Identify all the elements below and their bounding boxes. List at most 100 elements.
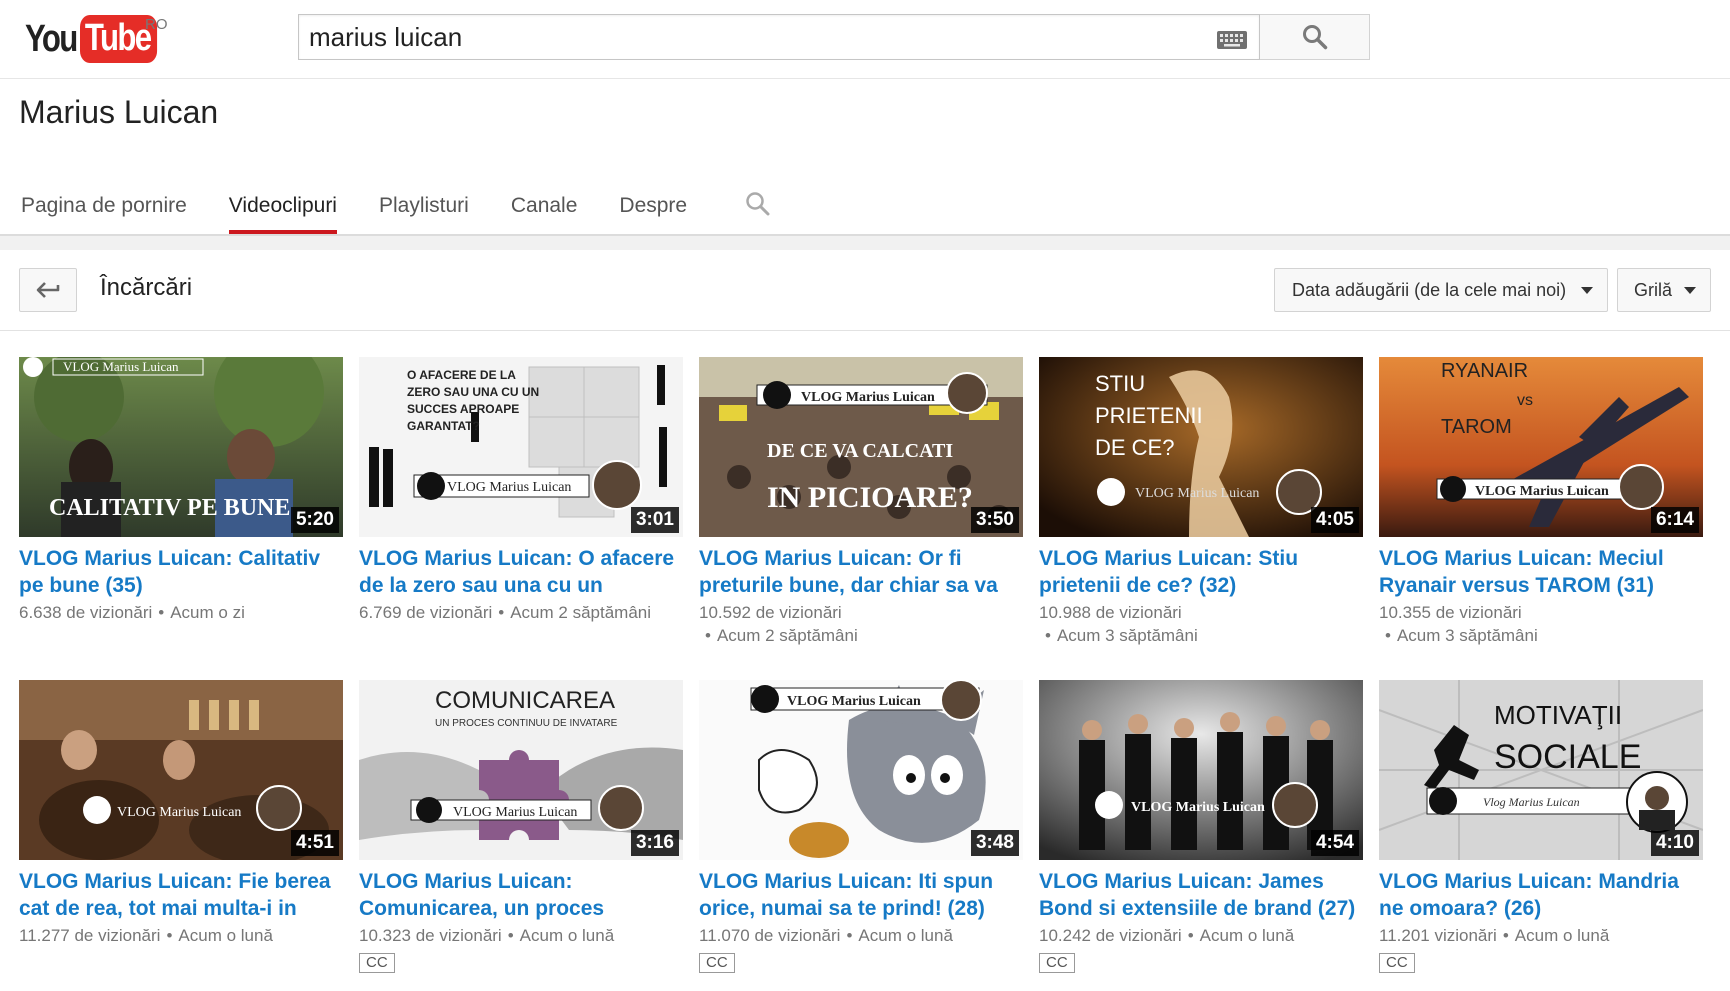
video-thumbnail[interactable]: VLOG Marius Luican 3:48 [699,680,1023,860]
video-title-link[interactable]: VLOG Marius Luican: O afacere de la zero… [359,545,679,599]
video-title-link[interactable]: VLOG Marius Luican: Mandria ne omoara? (… [1379,868,1699,922]
channel-title: Marius Luican [19,94,219,130]
thumb-vlog-label: VLOG Marius Luican [1135,486,1259,501]
view-label: Grilă [1634,279,1673,300]
video-title-link[interactable]: VLOG Marius Luican: Fie berea cat de rea… [19,868,339,922]
view-count: 10.988 de vizionări [1039,603,1182,622]
view-dropdown[interactable]: Grilă [1617,268,1711,312]
view-count: 10.592 de vizionări [699,603,842,622]
channel-tabs: Pagina de pornire Videoclipuri Playlistu… [0,180,708,234]
upload-age: Acum 2 săptămâni [716,626,858,645]
header-divider [0,234,1730,250]
thumb-text: MOTIVAŢII SOCIALE [1494,700,1641,776]
video-thumbnail[interactable]: O AFACERE DE LA ZERO SAU UNA CU UN SUCCES … [359,357,683,537]
video-title-link[interactable]: VLOG Marius Luican: Stiu prietenii de ce… [1039,545,1359,599]
video-meta: 11.277 de vizionări • Acum o lună [19,926,273,945]
tab-about[interactable]: Despre [598,180,708,234]
thumb-vlog-label: VLOG Marius Luican [63,359,179,374]
search-input[interactable] [309,15,1189,59]
video-thumbnail[interactable]: VLOG Marius Luican 4:54 [1039,680,1363,860]
duration-badge: 5:20 [290,507,339,533]
video-thumbnail[interactable]: RYANAIR vs TAROM VLOG Marius Luican 6:14 [1379,357,1703,537]
channel-search-icon[interactable] [744,190,772,218]
video-card: RYANAIR vs TAROM VLOG Marius Luican 6:14 V… [1379,357,1703,647]
duration-badge: 4:05 [1310,507,1359,533]
chevron-down-icon [1684,287,1696,294]
view-count: 11.277 de vizionări [19,926,161,945]
tab-label: Canale [510,194,578,217]
thumb-subtext: UN PROCES CONTINUU DE INVATARE [435,718,618,729]
video-title-link[interactable]: VLOG Marius Luican: Or fi preturile bune… [699,545,1019,599]
thumb-vlog-label: VLOG Marius Luican [787,694,921,709]
sort-label: Data adăugării (de la cele mai noi) [1292,279,1567,300]
sort-dropdown[interactable]: Data adăugării (de la cele mai noi) [1274,268,1608,312]
cc-badge: CC [1379,953,1415,973]
duration-badge: 3:16 [630,830,679,856]
thumb-vlog-label: VLOG Marius Luican [447,480,571,495]
tab-videos[interactable]: Videoclipuri [208,180,358,234]
uploads-title: Încărcări [100,274,193,301]
upload-age: Acum o lună [1199,926,1295,945]
divider [0,330,1730,331]
video-card: O AFACERE DE LA ZERO SAU UNA CU UN SUCCES … [359,357,683,624]
video-thumbnail[interactable]: MOTIVAŢII SOCIALE Vlog Marius Luican 4:10 [1379,680,1703,860]
cc-badge: CC [359,953,395,973]
logo-you-text: You [25,18,78,60]
view-count: 6.638 de vizionări [19,603,153,622]
masthead: You Tube RO [0,0,1730,79]
upload-age: Acum 2 săptămâni [510,603,652,622]
duration-badge: 4:10 [1650,830,1699,856]
thumb-vlog-label: VLOG Marius Luican [1131,800,1265,815]
thumb-vlog-label: Vlog Marius Luican [1483,795,1580,809]
video-title-link[interactable]: VLOG Marius Luican: Comunicarea, un proc… [359,868,679,922]
video-thumbnail[interactable]: VLOG Marius Luican 4:51 [19,680,343,860]
video-card: VLOG Marius Luican 4:51 VLOG Marius Luic… [19,680,343,947]
video-card: MOTIVAŢII SOCIALE Vlog Marius Luican 4:10… [1379,680,1703,973]
search-box[interactable] [298,14,1260,60]
upload-age: Acum o lună [519,926,615,945]
upload-age: Acum o lună [178,926,273,945]
tab-channels[interactable]: Canale [490,180,599,234]
back-arrow-icon [36,282,60,298]
tab-home[interactable]: Pagina de pornire [0,180,208,234]
video-thumbnail[interactable]: VLOG Marius Luican DE CE VA CALCATI IN PI… [699,357,1023,537]
view-count: 11.201 vizionări [1379,926,1497,945]
cc-badge: CC [1039,953,1075,973]
video-card: VLOG Marius Luican 4:54 VLOG Marius Luic… [1039,680,1363,973]
video-card: STIU PRIETENII DE CE? VLOG Marius Luican 4… [1039,357,1363,647]
tab-playlists[interactable]: Playlisturi [358,180,490,234]
video-meta: 10.988 de vizionări • Acum 3 săptămâni [1039,603,1198,645]
tab-label: Despre [619,194,688,217]
video-meta: 11.070 de vizionări • Acum o lună [699,926,953,945]
search-button[interactable] [1260,14,1370,60]
view-count: 10.242 de vizionări [1039,926,1182,945]
thumb-vlog-label: VLOG Marius Luican [117,805,241,820]
upload-age: Acum 3 săptămâni [1396,626,1538,645]
thumb-vlog-label: VLOG Marius Luican [1475,484,1609,499]
back-button[interactable] [19,268,77,312]
video-thumbnail[interactable]: COMUNICAREA UN PROCES CONTINUU DE INVATA… [359,680,683,860]
cc-badge: CC [699,953,735,973]
duration-badge: 3:48 [970,830,1019,856]
duration-badge: 3:50 [970,507,1019,533]
video-title-link[interactable]: VLOG Marius Luican: Calitativ pe bune (3… [19,545,339,599]
keyboard-icon[interactable] [1217,31,1247,49]
video-meta: 6.638 de vizionări • Acum o zi [19,603,245,622]
video-title-link[interactable]: VLOG Marius Luican: Iti spun orice, numa… [699,868,1019,922]
video-title-link[interactable]: VLOG Marius Luican: Meciul Ryanair versu… [1379,545,1699,599]
video-thumbnail[interactable]: STIU PRIETENII DE CE? VLOG Marius Luican 4… [1039,357,1363,537]
video-title-link[interactable]: VLOG Marius Luican: James Bond si extens… [1039,868,1359,922]
video-meta: 10.323 de vizionări • Acum o lună [359,926,615,945]
video-thumbnail[interactable]: VLOG Marius Luican CALITATIV PE BUNE 5:2… [19,357,343,537]
upload-age: Acum o lună [1514,926,1610,945]
video-card: VLOG Marius Luican DE CE VA CALCATI IN PI… [699,357,1023,647]
region-code: RO [145,16,168,33]
upload-age: Acum o zi [170,603,245,622]
search-icon [1302,25,1327,50]
video-meta: 11.201 vizionări • Acum o lună [1379,926,1610,945]
view-count: 10.323 de vizionări [359,926,502,945]
thumb-vlog-label: VLOG Marius Luican [801,390,935,405]
video-meta: 10.242 de vizionări • Acum o lună [1039,926,1295,945]
video-meta: 10.355 de vizionări • Acum 3 săptămâni [1379,603,1538,645]
tab-label: Videoclipuri [228,194,337,217]
